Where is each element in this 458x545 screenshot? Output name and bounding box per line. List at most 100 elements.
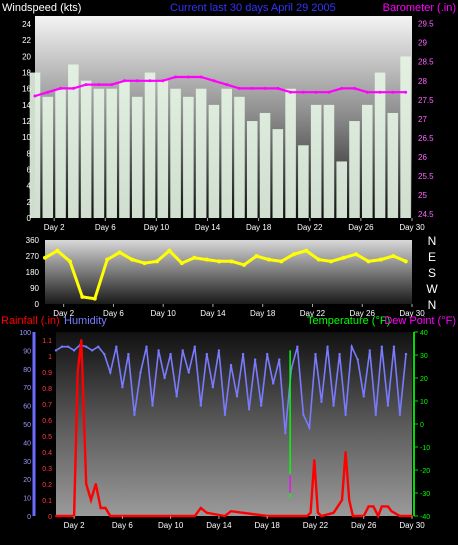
barometer-point bbox=[237, 86, 241, 90]
wind-direction-point bbox=[92, 296, 97, 301]
barometer-point bbox=[161, 79, 165, 83]
windspeed-bar bbox=[349, 121, 360, 218]
windspeed-bar bbox=[208, 104, 220, 218]
barometer-point bbox=[404, 90, 408, 94]
wind-direction-point bbox=[179, 261, 184, 266]
humidity-point bbox=[253, 358, 257, 361]
wind-y-tick-label: 20 bbox=[22, 52, 31, 61]
humidity-tick-label: 80 bbox=[23, 367, 31, 374]
barometer-point bbox=[97, 83, 101, 87]
wind-direction-point bbox=[67, 259, 72, 264]
barometer-point bbox=[301, 90, 305, 94]
bottom-x-tick-label: Day 10 bbox=[158, 521, 184, 530]
windspeed-bar bbox=[310, 104, 322, 218]
windspeed-bar bbox=[157, 80, 169, 218]
barometer-point bbox=[174, 75, 178, 79]
windspeed-title: Windspeed (kts) bbox=[2, 2, 81, 14]
temperature-tick-label: -20 bbox=[420, 468, 430, 475]
rainfall-point bbox=[398, 515, 401, 517]
dir-y-tick-label: 270 bbox=[26, 252, 40, 261]
humidity-point bbox=[392, 345, 396, 348]
windspeed-bar bbox=[400, 56, 411, 219]
barometer-point bbox=[186, 75, 190, 79]
wind-direction-point bbox=[105, 257, 110, 262]
baro-y-tick-label: 24.5 bbox=[418, 210, 434, 219]
wind-y-tick-label: 8 bbox=[27, 149, 32, 158]
wind-direction-point bbox=[279, 259, 284, 264]
wind-y-tick-label: 10 bbox=[22, 133, 31, 142]
wind-direction-point bbox=[55, 248, 60, 253]
humidity-point bbox=[404, 352, 408, 356]
barometer-point bbox=[122, 79, 126, 83]
windspeed-bar bbox=[195, 88, 207, 218]
windspeed-bar bbox=[93, 88, 105, 218]
rainfall-point bbox=[109, 515, 112, 517]
chart-canvas: 02468101214161820222424.52525.52626.5272… bbox=[1, 2, 456, 530]
bottom-x-tick-label: Day 30 bbox=[399, 521, 425, 530]
barometer-point bbox=[365, 90, 369, 94]
humidity-point bbox=[223, 413, 227, 416]
humidity-point bbox=[151, 404, 154, 407]
rainfall-tick-label: 1.1 bbox=[42, 338, 52, 345]
rainfall-point bbox=[76, 371, 79, 373]
wind-direction-point bbox=[217, 259, 222, 264]
humidity-point bbox=[91, 349, 94, 352]
temperature-tick-label: 30 bbox=[420, 353, 428, 360]
humidity-point bbox=[205, 352, 209, 356]
top-x-tick-label: Day 30 bbox=[399, 223, 425, 232]
windspeed-bar bbox=[336, 161, 347, 218]
rainfall-tick-label: 1 bbox=[48, 354, 52, 361]
humidity-point bbox=[199, 404, 203, 407]
windspeed-bar bbox=[170, 88, 181, 218]
humidity-point bbox=[272, 382, 275, 385]
rainfall-point bbox=[290, 515, 293, 517]
baro-y-tick-label: 26 bbox=[418, 153, 427, 162]
rainfall-point bbox=[85, 483, 88, 485]
wind-direction-point bbox=[391, 254, 396, 258]
rainfall-point bbox=[145, 515, 148, 517]
wind-y-tick-label: 6 bbox=[27, 166, 32, 175]
temperature-tick-label: 40 bbox=[420, 330, 428, 337]
windspeed-bar bbox=[234, 96, 245, 218]
humidity-point bbox=[332, 404, 335, 407]
rainfall-point bbox=[377, 515, 380, 517]
windspeed-bar bbox=[361, 104, 373, 218]
wind-direction-point bbox=[254, 254, 259, 258]
humidity-point bbox=[115, 345, 118, 348]
rainfall-point bbox=[94, 483, 97, 485]
temperature-tick-label: -40 bbox=[420, 514, 430, 521]
rainfall-tick-label: 0.2 bbox=[42, 482, 52, 489]
rainfall-point bbox=[320, 515, 323, 517]
barometer-point bbox=[327, 90, 331, 94]
wind-y-tick-label: 0 bbox=[27, 214, 32, 223]
rainfall-tick-label: 0.4 bbox=[42, 450, 52, 457]
barometer-point bbox=[110, 83, 114, 87]
humidity-point bbox=[259, 404, 263, 407]
barometer-point bbox=[314, 90, 318, 94]
baro-y-tick-label: 29 bbox=[418, 39, 427, 48]
top-x-tick-label: Day 2 bbox=[44, 223, 65, 232]
humidity-tick-label: 20 bbox=[23, 477, 31, 484]
wind-direction-point bbox=[142, 261, 147, 266]
barometer-point bbox=[340, 86, 344, 90]
humidity-tick-label: 60 bbox=[23, 404, 31, 411]
humidity-point bbox=[66, 345, 70, 348]
humidity-tick-label: 40 bbox=[23, 440, 31, 447]
rainfall-point bbox=[199, 507, 202, 509]
barometer-point bbox=[391, 90, 395, 94]
humidity-point bbox=[326, 345, 329, 348]
wind-direction-point bbox=[316, 257, 321, 262]
humidity-point bbox=[72, 349, 76, 352]
humidity-point bbox=[247, 408, 251, 411]
compass-label: S bbox=[428, 266, 436, 280]
mid-x-tick-label: Day 18 bbox=[250, 309, 276, 318]
rainfall-tick-label: 0.9 bbox=[42, 370, 52, 377]
wind-y-tick-label: 16 bbox=[22, 85, 31, 94]
wind-y-tick-label: 12 bbox=[22, 117, 31, 126]
humidity-point bbox=[103, 352, 106, 356]
wind-direction-point bbox=[154, 259, 159, 264]
barometer-point bbox=[199, 75, 203, 79]
wind-y-tick-label: 24 bbox=[22, 20, 31, 29]
humidity-point bbox=[157, 349, 160, 352]
rainfall-point bbox=[193, 515, 196, 517]
